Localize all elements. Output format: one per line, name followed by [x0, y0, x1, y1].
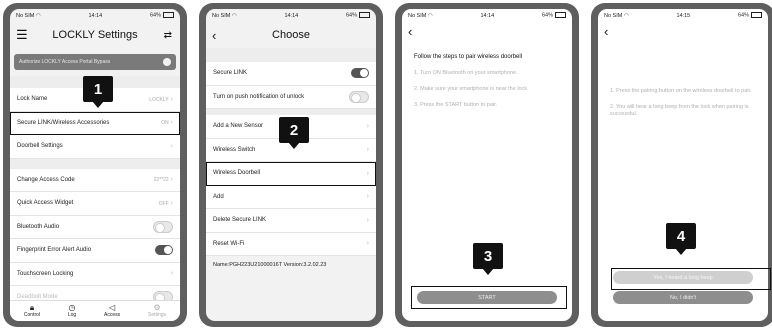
secure-link-row: Secure LINK — [206, 62, 376, 86]
bluetooth-audio-row: Bluetooth Audio — [10, 215, 180, 239]
callout-2: 2 — [279, 117, 309, 149]
menu-icon[interactable]: ☰ — [16, 27, 28, 43]
phone-4: No SIM ◠ 14:15 64% ‹ 1. Press the pairin… — [591, 3, 772, 327]
row-label: Lock Name — [17, 96, 48, 103]
step-text: 1. Press the pairing button on the wirel… — [610, 88, 752, 94]
chevron-right-icon: › — [170, 176, 173, 184]
step-text: 2. You will hear a long beep from the lo… — [610, 104, 749, 117]
yes-highlight — [611, 268, 771, 290]
callout-3: 3 — [473, 243, 503, 275]
secure-link-row[interactable]: Secure LINK/Wireless Accessories ON › — [10, 111, 180, 135]
chevron-right-icon: › — [366, 193, 369, 201]
reset-wifi-row[interactable]: Reset Wi-Fi › — [206, 232, 376, 256]
tab-log[interactable]: ◷ Log — [68, 303, 76, 319]
row-label: Fingerprint Error Alert Audio — [17, 247, 92, 254]
secure-link-toggle[interactable] — [351, 68, 369, 79]
clock: 14:14 — [88, 12, 103, 19]
gear-icon: ⚙ — [153, 303, 161, 312]
tab-settings[interactable]: ⚙ Settings — [148, 303, 166, 319]
nav-bar: ☰ LOCKLY Settings ⇄ — [10, 22, 180, 48]
fingerprint-alert-row: Fingerprint Error Alert Audio — [10, 239, 180, 263]
start-highlight — [411, 286, 567, 309]
status-bar: No SIM ◠ 14:14 64% — [206, 9, 376, 22]
wifi-icon: ◠ — [35, 12, 41, 19]
page-title: LOCKLY Settings — [52, 29, 138, 41]
chevron-right-icon: › — [366, 146, 369, 154]
status-bar: No SIM ◠ 14:14 64% — [10, 9, 180, 22]
chevron-right-icon: › — [170, 119, 173, 127]
chevron-right-icon: › — [170, 270, 173, 278]
lock-icon: 🔒︎ — [29, 303, 35, 312]
tab-bar: 🔒︎ Control ◷ Log ◁ Access ⚙ Settings — [10, 300, 180, 321]
chevron-right-icon: › — [170, 95, 173, 103]
back-icon[interactable]: ‹ — [212, 28, 216, 43]
chevron-right-icon: › — [366, 240, 369, 248]
add-row[interactable]: Add › — [206, 185, 376, 209]
nav-bar: ‹ — [598, 22, 768, 40]
callout-4: 4 — [666, 223, 696, 255]
touchscreen-locking-row[interactable]: Touchscreen Locking › — [10, 262, 180, 286]
phone-2: No SIM ◠ 14:14 64% ‹ Choose Secure LINK … — [199, 3, 383, 327]
chevron-right-icon: › — [366, 169, 369, 177]
access-code-row[interactable]: Change Access Code 22**22 › — [10, 168, 180, 192]
wifi-icon: ◠ — [623, 12, 629, 19]
back-icon[interactable]: ‹ — [408, 24, 412, 39]
status-bar: No SIM ◠ 14:14 64% — [402, 9, 572, 22]
wifi-icon: ◠ — [427, 12, 433, 19]
row-value: 22**22 — [153, 177, 169, 184]
callout-1: 1 — [83, 76, 113, 108]
battery-icon — [163, 12, 174, 19]
battery-percent: 64% — [149, 12, 161, 19]
row-label: Change Access Code — [17, 176, 75, 183]
fingerprint-alert-toggle[interactable] — [155, 245, 173, 256]
send-icon: ◁ — [109, 303, 116, 312]
row-value: LOCKLY — [149, 96, 169, 103]
tab-control[interactable]: 🔒︎ Control — [24, 303, 40, 319]
chevron-right-icon: › — [170, 199, 173, 207]
bypass-banner: Authorize LOCKLY Access Portal Bypass — [14, 54, 176, 70]
battery-icon — [751, 12, 762, 19]
push-notification-toggle[interactable] — [349, 90, 369, 103]
row-label: Bluetooth Audio — [17, 223, 60, 230]
nav-bar: ‹ Choose — [206, 22, 376, 48]
device-info: Name:PGH223U21000016T Version:3.2.02.23 — [213, 262, 327, 268]
row-value: OFF — [158, 200, 169, 207]
banner-toggle[interactable] — [163, 58, 171, 66]
quick-access-row[interactable]: Quick Access Widget OFF › — [10, 192, 180, 216]
tab-access[interactable]: ◁ Access — [104, 303, 120, 319]
chevron-right-icon: › — [170, 142, 173, 150]
no-didnt-button[interactable]: No, I didn't — [613, 291, 753, 304]
status-bar: No SIM ◠ 14:15 64% — [598, 9, 768, 22]
sync-icon[interactable]: ⇄ — [164, 30, 172, 41]
battery-icon — [555, 12, 566, 19]
push-notification-row: Turn on push notification of unlock — [206, 85, 376, 109]
doorbell-settings-row[interactable]: Doorbell Settings › — [10, 135, 180, 159]
chevron-right-icon: › — [366, 122, 369, 130]
wireless-doorbell-row[interactable]: Wireless Doorbell › — [206, 162, 376, 186]
carrier-text: No SIM — [16, 12, 35, 19]
wifi-icon: ◠ — [231, 12, 237, 19]
step-text: 3. Press the START button to pair. — [414, 102, 498, 108]
page-title: Choose — [272, 29, 310, 41]
delete-secure-link-row[interactable]: Delete Secure LINK › — [206, 209, 376, 233]
chevron-right-icon: › — [366, 216, 369, 224]
row-label: Secure LINK/Wireless Accessories — [17, 119, 110, 126]
row-label: Doorbell Settings — [17, 143, 63, 150]
phone-1: No SIM ◠ 14:14 64% ☰ LOCKLY Settings ⇄ A… — [3, 3, 187, 327]
clock-icon: ◷ — [68, 303, 76, 312]
choose-screen: No SIM ◠ 14:14 64% ‹ Choose Secure LINK … — [206, 9, 376, 321]
settings-screen: No SIM ◠ 14:14 64% ☰ LOCKLY Settings ⇄ A… — [10, 9, 180, 321]
steps-heading: Follow the steps to pair wireless doorbe… — [414, 54, 523, 60]
row-label: Quick Access Widget — [17, 200, 74, 207]
banner-label: Authorize LOCKLY Access Portal Bypass — [19, 59, 111, 65]
step-text: 1. Turn ON Bluetooth on your smartphone. — [414, 70, 518, 76]
step-text: 2. Make sure your smartphone is near the… — [414, 86, 529, 92]
nav-bar: ‹ — [402, 22, 572, 40]
row-label: Touchscreen Locking — [17, 270, 74, 277]
phone-3: No SIM ◠ 14:14 64% ‹ Follow the steps to… — [395, 3, 579, 327]
bluetooth-audio-toggle[interactable] — [153, 220, 173, 233]
row-value: ON — [161, 120, 169, 127]
battery-icon — [359, 12, 370, 19]
back-icon[interactable]: ‹ — [604, 24, 608, 39]
